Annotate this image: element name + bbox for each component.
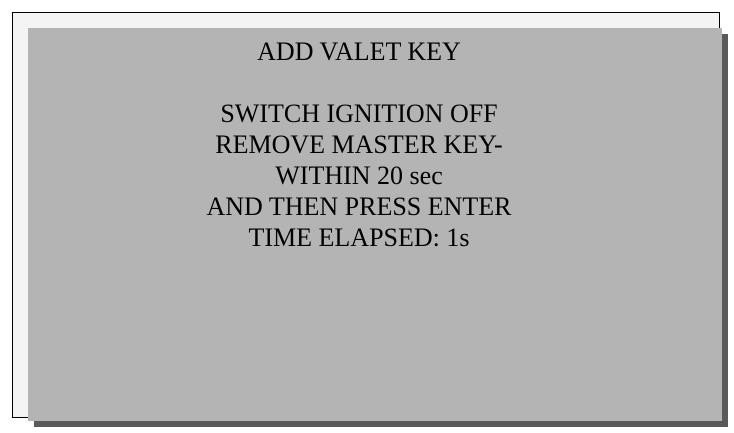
elapsed-time-status: TIME ELAPSED: 1s <box>248 223 470 252</box>
message-text: ADD VALET KEY SWITCH IGNITION OFF REMOVE… <box>12 36 706 253</box>
instruction-line: WITHIN 20 sec <box>275 161 443 190</box>
instruction-line: SWITCH IGNITION OFF <box>220 99 498 128</box>
title-spacer <box>12 67 706 98</box>
instruction-line: AND THEN PRESS ENTER <box>206 192 512 221</box>
screen-title: ADD VALET KEY <box>257 37 461 66</box>
instruction-line: REMOVE MASTER KEY- <box>215 130 503 159</box>
screen: { "screen": { "title": "ADD VALET KEY", … <box>0 0 734 433</box>
